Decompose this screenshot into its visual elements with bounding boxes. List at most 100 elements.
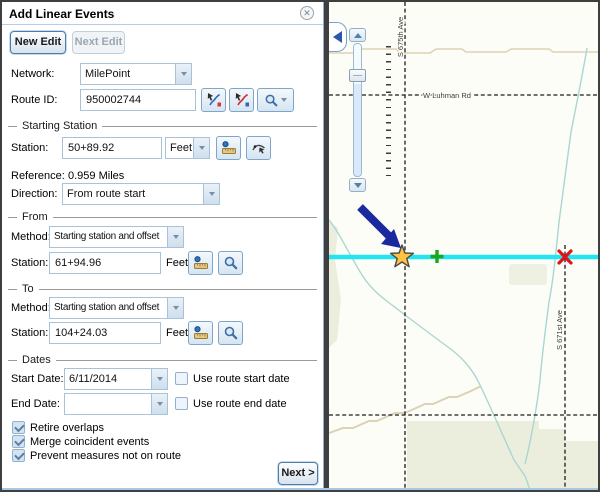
start-date-value: 6/11/2014 — [65, 369, 151, 389]
next-edit-button[interactable]: Next Edit — [72, 31, 125, 54]
panel-title: Add Linear Events — [9, 7, 114, 21]
retire-overlaps-label: Retire overlaps — [30, 421, 104, 435]
ruler-point-icon — [193, 255, 209, 271]
prevent-measures-checkbox[interactable] — [12, 449, 25, 462]
route-search-split-button[interactable] — [257, 88, 294, 112]
route-cursor-blue-icon — [206, 92, 222, 108]
zoom-out-button[interactable] — [349, 178, 366, 192]
to-method-label: Method: — [11, 297, 51, 319]
close-icon[interactable]: ✕ — [300, 6, 314, 20]
collapse-panel-button[interactable] — [329, 22, 347, 52]
route-cursor-red-icon — [234, 92, 250, 108]
end-date-value — [65, 394, 151, 414]
end-date-label: End Date: — [11, 393, 60, 415]
network-value: MilePoint — [81, 64, 175, 84]
pointer-curve-icon — [251, 140, 267, 156]
merge-coincident-events-label: Merge coincident events — [30, 435, 149, 449]
triangle-down-icon — [354, 183, 362, 188]
chevron-down-icon — [281, 98, 287, 102]
direction-label: Direction: — [11, 183, 57, 205]
chevron-down-icon[interactable] — [167, 227, 183, 247]
from-method-select[interactable]: Starting station and offset — [49, 226, 184, 248]
add-linear-events-panel: Add Linear Events ✕ New Edit Next Edit N… — [2, 2, 324, 490]
chevron-down-icon[interactable] — [167, 298, 183, 318]
search-icon — [264, 93, 279, 108]
chevron-down-icon[interactable] — [203, 184, 219, 204]
use-route-start-date-checkbox[interactable] — [175, 372, 188, 385]
field-patch-left — [329, 222, 341, 348]
clear-route-selection-button[interactable] — [229, 88, 254, 112]
network-label: Network: — [11, 63, 54, 85]
chevron-left-icon — [333, 31, 342, 43]
use-route-start-date-label: Use route start date — [193, 372, 290, 386]
road-label-s675th: S 675th Ave — [396, 17, 405, 57]
select-route-on-map-button[interactable] — [201, 88, 226, 112]
application-window: Add Linear Events ✕ New Edit Next Edit N… — [0, 0, 600, 492]
zoom-slider[interactable] — [349, 28, 395, 194]
retire-overlaps-checkbox[interactable] — [12, 421, 25, 434]
units-value: Feet — [166, 138, 193, 158]
direction-value: From route start — [63, 184, 203, 204]
from-method-value: Starting station and offset — [50, 227, 167, 247]
direction-select[interactable]: From route start — [62, 183, 220, 205]
chevron-down-icon[interactable] — [193, 138, 209, 158]
new-edit-button[interactable]: New Edit — [10, 31, 66, 54]
search-icon — [223, 255, 239, 271]
to-unit-label: Feet — [166, 322, 188, 344]
start-date-picker[interactable]: 6/11/2014 — [64, 368, 168, 390]
to-zoom-button[interactable] — [218, 321, 243, 345]
start-date-label: Start Date: — [11, 368, 64, 390]
end-date-picker[interactable] — [64, 393, 168, 415]
road-label-luhman: W Luhman Rd — [423, 91, 471, 100]
merge-coincident-events-checkbox[interactable] — [12, 435, 25, 448]
from-station-label: Station: — [11, 252, 48, 274]
zoom-slider-track[interactable] — [353, 43, 362, 177]
measure-station-button[interactable] — [216, 136, 241, 160]
search-icon — [223, 325, 239, 341]
from-method-label: Method: — [11, 226, 51, 248]
chevron-down-icon[interactable] — [151, 369, 167, 389]
panel-header: Add Linear Events ✕ — [2, 2, 323, 25]
field-patch-bottom — [407, 421, 598, 490]
zoom-slider-thumb[interactable] — [349, 69, 366, 82]
to-station-input[interactable]: 104+24.03 — [49, 322, 161, 344]
road-label-s671st: S 671st Ave — [555, 310, 564, 350]
route-id-label: Route ID: — [11, 89, 57, 111]
next-button[interactable]: Next > — [278, 462, 318, 485]
legend-text: Dates — [22, 354, 51, 366]
chevron-down-icon[interactable] — [175, 64, 191, 84]
prevent-measures-label: Prevent measures not on route — [30, 449, 181, 463]
to-station-label: Station: — [11, 322, 48, 344]
network-select[interactable]: MilePoint — [80, 63, 192, 85]
from-unit-label: Feet — [166, 252, 188, 274]
zoom-level-ticks — [386, 46, 391, 176]
route-id-input[interactable]: 950002744 — [80, 89, 196, 111]
field-patch-center — [509, 264, 547, 285]
star-marker — [391, 245, 414, 267]
from-measure-button[interactable] — [188, 251, 213, 275]
plus-marker — [431, 250, 444, 263]
to-measure-button[interactable] — [188, 321, 213, 345]
from-station-input[interactable]: 61+94.96 — [49, 252, 161, 274]
to-method-select[interactable]: Starting station and offset — [49, 297, 184, 319]
use-route-end-date-label: Use route end date — [193, 397, 287, 411]
annotation-arrow — [360, 207, 401, 248]
legend-text: To — [22, 283, 34, 295]
dates-section-legend: Dates — [8, 354, 317, 366]
starting-station-input[interactable]: 50+89.92 — [62, 137, 162, 159]
ruler-point-icon — [193, 325, 209, 341]
starting-station-section-legend: Starting Station — [8, 120, 317, 132]
station-label: Station: — [11, 137, 48, 159]
ruler-point-icon — [221, 140, 237, 156]
to-method-value: Starting station and offset — [50, 298, 167, 318]
zoom-in-button[interactable] — [349, 28, 366, 42]
legend-text: From — [22, 211, 48, 223]
use-route-end-date-checkbox[interactable] — [175, 397, 188, 410]
pick-station-on-map-button[interactable] — [246, 136, 271, 160]
station-units-select[interactable]: Feet — [165, 137, 210, 159]
chevron-down-icon[interactable] — [151, 394, 167, 414]
from-section-legend: From — [8, 211, 317, 223]
legend-text: Starting Station — [22, 120, 97, 132]
map-canvas[interactable]: S 675th Ave W Luhman Rd S 671st Ave — [329, 2, 598, 490]
from-zoom-button[interactable] — [218, 251, 243, 275]
